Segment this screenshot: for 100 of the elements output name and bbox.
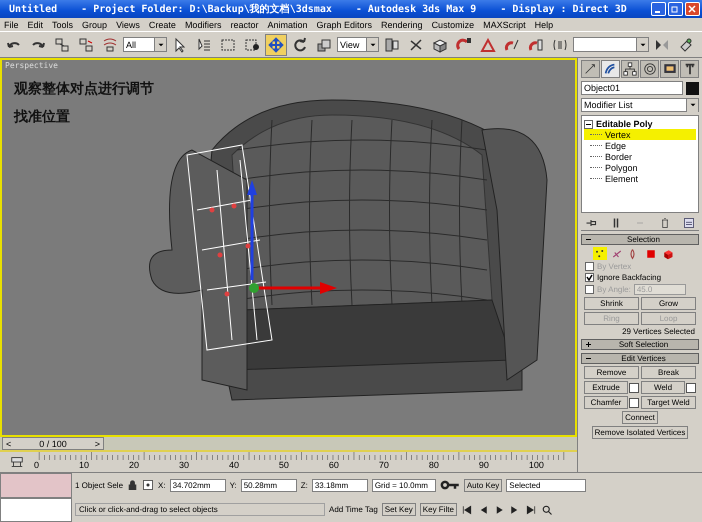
time-slider[interactable]: < 0 / 100 > (2, 437, 104, 450)
rollout-header[interactable]: Soft Selection (581, 339, 699, 350)
collapse-toggle[interactable] (584, 120, 593, 128)
display-tab[interactable] (660, 60, 680, 78)
motion-icon (642, 62, 657, 76)
vertex-icon (594, 248, 606, 260)
checkbox-option[interactable]: Ignore Backfacing (581, 273, 662, 282)
auto-key-button[interactable]: Auto Key (464, 478, 502, 492)
time-tag-link[interactable]: Add Time Tag (329, 505, 378, 514)
key-mode-dropdown[interactable]: Selected (506, 478, 586, 492)
window-title: Untitled (9, 4, 58, 14)
settings-button[interactable] (629, 382, 639, 392)
coordinate-field[interactable]: 33.18mm (312, 478, 368, 492)
modify-icon (603, 62, 618, 76)
settings-button[interactable] (686, 382, 696, 392)
coordinate-field[interactable]: 34.702mm (170, 478, 226, 492)
menu-item[interactable]: Modifiers (184, 20, 222, 30)
subobject-item[interactable]: Polygon (584, 162, 696, 173)
go-start-icon (460, 504, 473, 516)
close-icon (688, 5, 696, 13)
rollout-header[interactable]: Edit Vertices (581, 353, 699, 364)
settings-button[interactable] (629, 398, 639, 408)
crossing-icon (244, 36, 260, 52)
close-button[interactable] (684, 2, 700, 16)
set-key-button[interactable]: Set Key (382, 503, 416, 516)
panel-button[interactable]: Remove Isolated Vertices (592, 426, 688, 439)
menu-item[interactable]: reactor (230, 20, 258, 30)
configure-icon (683, 217, 695, 229)
menu-item[interactable]: Views (116, 20, 140, 30)
panel-button[interactable]: Grow (641, 297, 696, 310)
menu-item[interactable]: Customize (432, 20, 474, 30)
panel-button[interactable]: Weld (641, 381, 685, 394)
plus-icon (585, 341, 592, 348)
axis-label: Y: (230, 480, 237, 490)
listener-output[interactable] (0, 498, 72, 522)
menu-item[interactable]: Rendering (381, 20, 423, 30)
box-icon (432, 36, 448, 52)
checkmark-icon (586, 274, 593, 281)
dropdown[interactable] (573, 37, 649, 52)
menu-item[interactable]: Create (148, 20, 176, 30)
restore-button[interactable] (668, 2, 683, 16)
panel-button[interactable]: Break (641, 366, 696, 379)
panel-button[interactable]: Target Weld (641, 396, 696, 409)
frame-number: 100 (528, 460, 544, 470)
viewport[interactable]: Perspective 观察整体对点进行调节 找准位置 (0, 58, 577, 437)
frame-number: 0 (34, 460, 40, 470)
modifier-list-dropdown[interactable]: Modifier List (581, 98, 699, 112)
go-end-icon (524, 504, 537, 516)
dropdown[interactable]: All (123, 37, 167, 52)
menu-item[interactable]: Animation (267, 20, 308, 30)
panel-button[interactable]: Remove (584, 366, 639, 379)
move-button[interactable] (265, 34, 287, 56)
menu-item[interactable]: Graph Editors (316, 20, 372, 30)
frame-number: 10 (78, 460, 89, 470)
subobject-item[interactable]: Border (584, 151, 696, 162)
hierarchy-tab[interactable] (620, 60, 640, 78)
subobject-item[interactable]: Vertex (584, 129, 696, 140)
menu-item[interactable]: Help (534, 20, 554, 30)
modifier-name[interactable]: Editable Poly (596, 119, 653, 129)
object-color-swatch[interactable] (686, 82, 699, 94)
menu-item[interactable]: Edit (28, 20, 44, 30)
key-filters-button[interactable]: Key Filte (420, 503, 457, 516)
dropdown[interactable]: View (337, 37, 379, 52)
utilities-tab[interactable] (680, 60, 699, 78)
frame-number: 70 (378, 460, 389, 470)
coordinate-field[interactable]: 50.28mm (240, 478, 297, 492)
frame-number: 80 (428, 460, 439, 470)
bind-icon (102, 36, 118, 52)
panel-button[interactable]: Connect (622, 411, 658, 424)
manipulate-icon (408, 36, 424, 52)
minus-icon (585, 236, 592, 243)
panel-button[interactable]: Extrude (584, 381, 628, 394)
frame-number: 30 (178, 460, 189, 470)
grid-size-field: Grid = 10.0mm (372, 478, 436, 492)
motion-tab[interactable] (640, 60, 660, 78)
zoom-icon (540, 504, 553, 516)
axis-label: X: (158, 480, 166, 490)
window-title: - Display : Direct 3D (500, 4, 627, 14)
rollout-header[interactable]: Selection (581, 234, 699, 245)
menu-item[interactable]: MAXScript (483, 20, 526, 30)
listener-field[interactable] (0, 473, 72, 498)
subobject-item[interactable]: Edge (584, 140, 696, 151)
menu-item[interactable]: Tools (52, 20, 74, 30)
axis-label: Z: (300, 480, 308, 490)
menu-item[interactable]: File (4, 20, 19, 30)
prompt-text: Click or click-and-drag to select objects (75, 503, 325, 516)
panel-button[interactable]: Chamfer (584, 396, 628, 409)
subobject-item[interactable]: Element (584, 173, 696, 184)
menu-item[interactable]: Group (82, 20, 108, 30)
track-bar-icon (10, 455, 24, 469)
subobject-level-button[interactable] (593, 247, 607, 260)
create-tab[interactable] (581, 60, 600, 78)
minimize-button[interactable] (650, 2, 666, 16)
frame-number: 60 (328, 460, 339, 470)
modify-tab[interactable] (600, 60, 620, 78)
object-name-field[interactable]: Object01 (581, 81, 683, 95)
select-list-icon (196, 36, 212, 52)
panel-button[interactable]: Shrink (584, 297, 639, 310)
window-title: - Project Folder: D:\Backup\我的文档\3dsmax (81, 2, 332, 16)
selection-count: 1 Object Sele (75, 480, 124, 490)
